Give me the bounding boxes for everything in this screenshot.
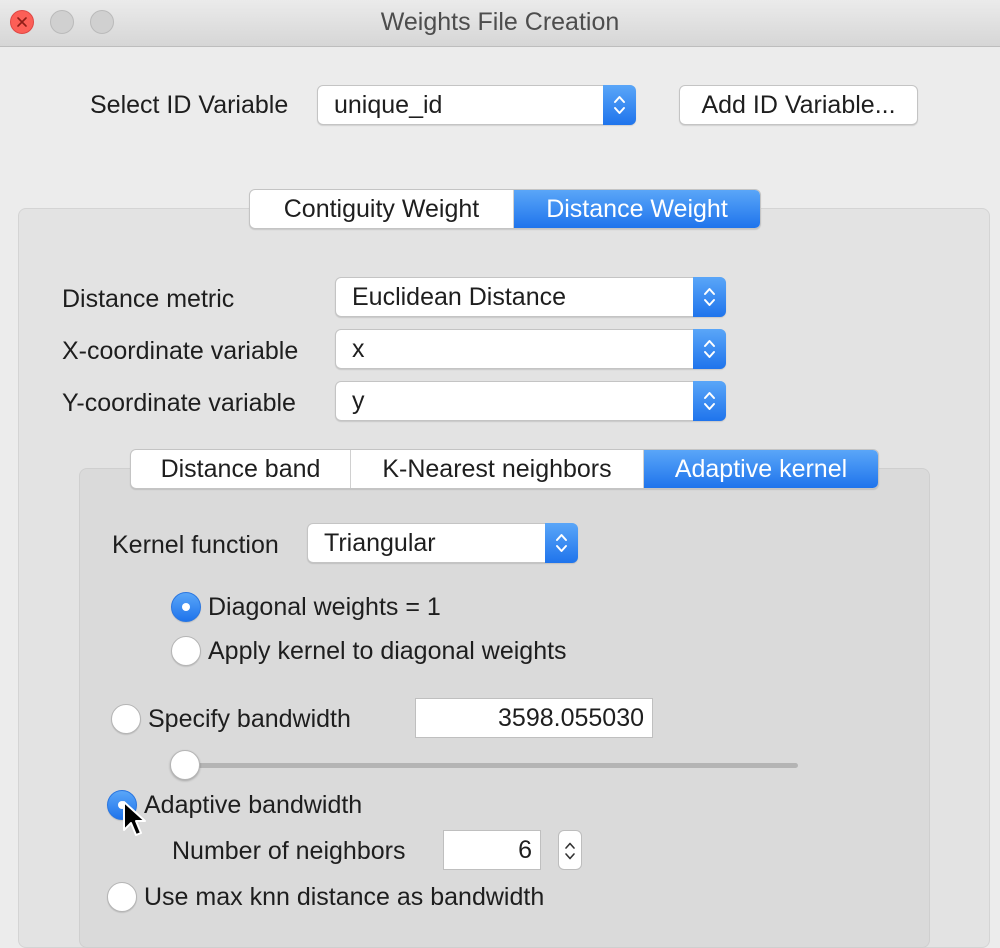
adaptive-bandwidth-label: Adaptive bandwidth [144, 791, 363, 819]
id-variable-value: unique_id [334, 91, 443, 119]
popup-arrows-icon [693, 277, 726, 317]
tab-adaptive-kernel[interactable]: Adaptive kernel [644, 450, 878, 488]
tab-distance-weight[interactable]: Distance Weight [514, 190, 760, 228]
number-of-neighbors-input[interactable]: 6 [443, 830, 541, 870]
kernel-function-value: Triangular [324, 529, 436, 557]
neighbors-stepper[interactable] [558, 830, 582, 870]
y-coordinate-label: Y-coordinate variable [62, 389, 296, 417]
distance-metric-label: Distance metric [62, 285, 235, 313]
popup-arrows-icon [545, 523, 578, 563]
bandwidth-input[interactable]: 3598.055030 [415, 698, 653, 738]
apply-kernel-diagonal-label: Apply kernel to diagonal weights [208, 637, 567, 665]
diagonal-weights-one-radio[interactable] [171, 592, 201, 622]
id-variable-select[interactable]: unique_id [317, 85, 636, 125]
max-knn-bandwidth-label: Use max knn distance as bandwidth [144, 883, 545, 911]
popup-arrows-icon [693, 329, 726, 369]
number-of-neighbors-label: Number of neighbors [172, 837, 406, 865]
title-bar: Weights File Creation [0, 0, 1000, 47]
apply-kernel-diagonal-radio[interactable] [171, 636, 201, 666]
tab-distance-band[interactable]: Distance band [131, 450, 351, 488]
x-coordinate-select[interactable]: x [335, 329, 726, 369]
stepper-arrows-icon [565, 842, 575, 860]
weight-type-tabs: Contiguity Weight Distance Weight [249, 189, 761, 229]
specify-bandwidth-label: Specify bandwidth [148, 705, 351, 733]
select-id-variable-label: Select ID Variable [90, 91, 289, 119]
y-coordinate-select[interactable]: y [335, 381, 726, 421]
distance-metric-select[interactable]: Euclidean Distance [335, 277, 726, 317]
tab-contiguity-weight[interactable]: Contiguity Weight [250, 190, 514, 228]
popup-arrows-icon [603, 85, 636, 125]
window-title: Weights File Creation [380, 8, 620, 36]
kernel-function-label: Kernel function [112, 531, 279, 559]
kernel-function-select[interactable]: Triangular [307, 523, 578, 563]
x-coordinate-value: x [352, 335, 365, 363]
x-coordinate-label: X-coordinate variable [62, 337, 299, 365]
tab-k-nearest-neighbors[interactable]: K-Nearest neighbors [351, 450, 644, 488]
add-id-variable-button[interactable]: Add ID Variable... [679, 85, 918, 125]
y-coordinate-value: y [352, 387, 365, 415]
distance-metric-value: Euclidean Distance [352, 283, 567, 311]
specify-bandwidth-radio[interactable] [111, 704, 141, 734]
bandwidth-slider-knob[interactable] [170, 750, 200, 780]
mouse-pointer-icon [123, 801, 146, 836]
bandwidth-slider-track[interactable] [185, 763, 798, 768]
diagonal-weights-one-label: Diagonal weights = 1 [208, 593, 441, 621]
method-tabs: Distance band K-Nearest neighbors Adapti… [130, 449, 879, 489]
max-knn-bandwidth-radio[interactable] [107, 882, 137, 912]
popup-arrows-icon [693, 381, 726, 421]
